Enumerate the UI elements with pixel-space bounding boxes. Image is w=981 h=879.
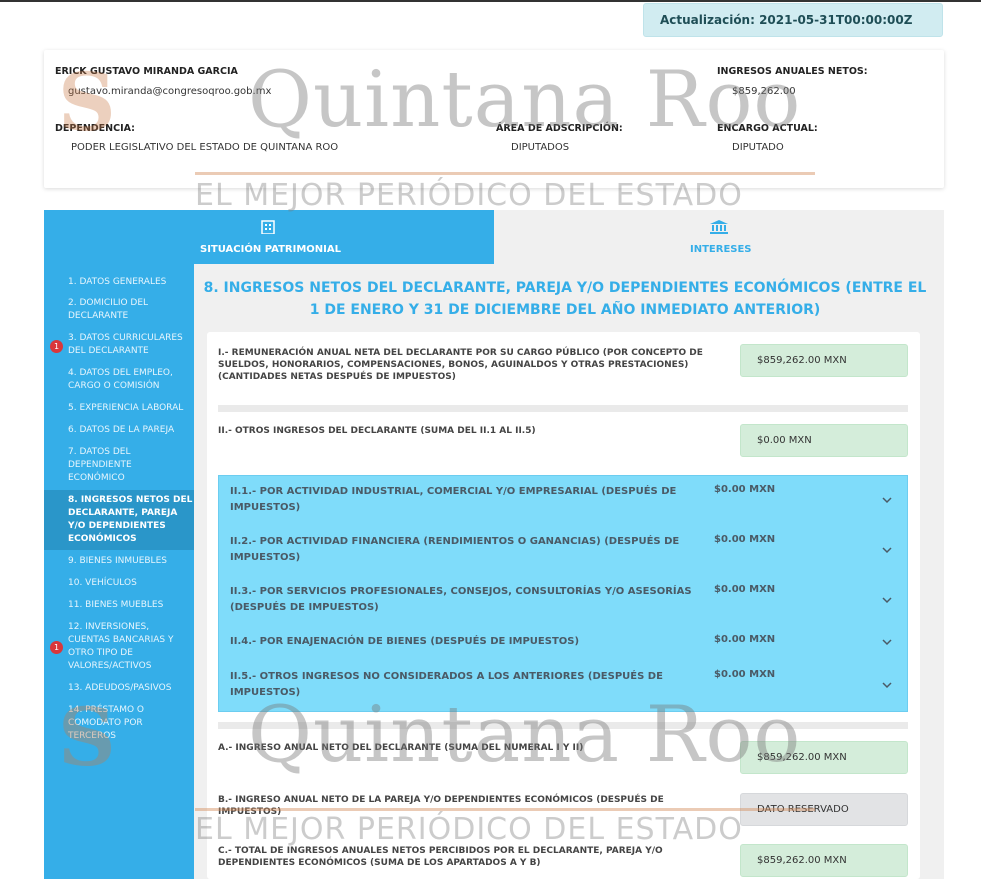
top-border	[0, 0, 981, 2]
accordion-item-amount: $0.00 MXN	[714, 634, 776, 645]
accordion-item-label: II.5.- OTROS INGRESOS NO CONSIDERADOS A …	[230, 671, 663, 698]
qa-value-field: $859,262.00 MXN	[740, 741, 908, 774]
accordion-item-ii3[interactable]: II.3.- POR SERVICIOS PROFESIONALES, CONS…	[219, 584, 909, 628]
other-income-accordion: II.1.- POR ACTIVIDAD INDUSTRIAL, COMERCI…	[218, 475, 908, 712]
sidebar-item-inversiones[interactable]: 12. INVERSIONES, CUENTAS BANCARIAS Y OTR…	[68, 621, 186, 673]
declarant-name: ERICK GUSTAVO MIRANDA GARCIA	[55, 66, 238, 77]
chevron-down-icon[interactable]	[881, 636, 893, 648]
q2-value-field: $0.00 MXN	[740, 424, 908, 457]
q1-label: I.- REMUNERACIÓN ANUAL NETA DEL DECLARAN…	[218, 348, 703, 382]
sidebar-item-datos-curriculares[interactable]: 3. DATOS CURRICULARES DEL DECLARANTE	[68, 332, 186, 358]
accordion-item-label: II.4.- POR ENAJENACIÓN DE BIENES (DESPUÉ…	[230, 636, 580, 647]
qb-label: B.- INGRESO ANUAL NETO DE LA PAREJA Y/O …	[218, 795, 664, 817]
dependency-value: PODER LEGISLATIVO DEL ESTADO DE QUINTANA…	[71, 142, 339, 153]
sidebar-item-pareja[interactable]: 6. DATOS DE LA PAREJA	[68, 424, 186, 437]
sidebar-item-prestamo[interactable]: 14. PRÉSTAMO O COMODATO POR TERCEROS	[68, 704, 186, 743]
accordion-item-ii2[interactable]: II.2.- POR ACTIVIDAD FINANCIERA (RENDIMI…	[219, 534, 909, 578]
sidebar-item-bienes-muebles[interactable]: 11. BIENES MUEBLES	[68, 599, 186, 612]
sidebar-badge-inversiones: 1	[50, 641, 63, 654]
sidebar-item-empleo[interactable]: 4. DATOS DEL EMPLEO, CARGO O COMISIÓN	[68, 367, 186, 393]
tab-intereses-label: INTERESES	[690, 244, 752, 255]
net-income-label: INGRESOS ANUALES NETOS:	[717, 66, 868, 77]
sidebar-item-domicilio[interactable]: 2. DOMICILIO DEL DECLARANTE	[68, 297, 186, 323]
sidebar-item-adeudos[interactable]: 13. ADEUDOS/PASIVOS	[68, 682, 186, 695]
position-value: DIPUTADO	[732, 142, 784, 153]
watermark-rule	[195, 172, 815, 175]
area-value: DIPUTADOS	[511, 142, 570, 153]
sidebar-item-datos-generales[interactable]: 1. DATOS GENERALES	[68, 276, 186, 289]
chevron-down-icon[interactable]	[881, 679, 893, 691]
chevron-down-icon[interactable]	[881, 544, 893, 556]
q2-label: II.- OTROS INGRESOS DEL DECLARANTE (SUMA…	[218, 426, 536, 436]
position-label: ENCARGO ACTUAL:	[717, 123, 818, 134]
sidebar-badge-curriculares: 1	[50, 340, 63, 353]
chevron-down-icon[interactable]	[881, 494, 893, 506]
accordion-item-amount: $0.00 MXN	[714, 484, 776, 495]
accordion-item-ii5[interactable]: II.5.- OTROS INGRESOS NO CONSIDERADOS A …	[219, 669, 909, 709]
chevron-down-icon[interactable]	[881, 594, 893, 606]
section-title: 8. INGRESOS NETOS DEL DECLARANTE, PAREJA…	[203, 280, 927, 318]
accordion-item-amount: $0.00 MXN	[714, 669, 776, 680]
accordion-item-amount: $0.00 MXN	[714, 584, 776, 595]
sidebar: 1. DATOS GENERALES 2. DOMICILIO DEL DECL…	[44, 264, 194, 879]
sidebar-item-dependiente[interactable]: 7. DATOS DEL DEPENDIENTE ECONÓMICO	[68, 446, 186, 485]
accordion-item-amount: $0.00 MXN	[714, 534, 776, 545]
bank-icon	[710, 220, 728, 238]
accordion-item-label: II.3.- POR SERVICIOS PROFESIONALES, CONS…	[230, 586, 692, 613]
building-icon	[260, 220, 276, 238]
tab-situacion-patrimonial[interactable]: SITUACIÓN PATRIMONIAL	[44, 210, 494, 264]
area-label: ÁREA DE ADSCRIPCIÓN:	[496, 123, 623, 134]
qc-value-field: $859,262.00 MXN	[740, 844, 908, 877]
net-income-value: $859,262.00	[732, 86, 796, 97]
tab-intereses[interactable]: INTERESES	[494, 210, 944, 264]
profile-card: ERICK GUSTAVO MIRANDA GARCIA gustavo.mir…	[44, 50, 944, 188]
qa-label: A.- INGRESO ANUAL NETO DEL DECLARANTE (S…	[218, 743, 584, 753]
accordion-item-ii4[interactable]: II.4.- POR ENAJENACIÓN DE BIENES (DESPUÉ…	[219, 634, 909, 664]
sidebar-item-experiencia[interactable]: 5. EXPERIENCIA LABORAL	[68, 402, 186, 415]
sidebar-item-ingresos-netos[interactable]: 8. INGRESOS NETOS DEL DECLARANTE, PAREJA…	[44, 490, 194, 550]
accordion-item-label: II.1.- POR ACTIVIDAD INDUSTRIAL, COMERCI…	[230, 486, 677, 513]
sidebar-item-vehiculos[interactable]: 10. VEHÍCULOS	[68, 577, 186, 590]
dependency-label: DEPENDENCIA:	[55, 123, 135, 134]
q1-value-field: $859,262.00 MXN	[740, 344, 908, 377]
separator	[218, 405, 908, 412]
accordion-item-label: II.2.- POR ACTIVIDAD FINANCIERA (RENDIMI…	[230, 536, 680, 563]
update-badge: Actualización: 2021-05-31T00:00:00Z	[643, 3, 943, 37]
declarant-email: gustavo.miranda@congresoqroo.gob.mx	[68, 86, 272, 97]
sidebar-item-bienes-inmuebles[interactable]: 9. BIENES INMUEBLES	[68, 555, 186, 568]
accordion-item-ii1[interactable]: II.1.- POR ACTIVIDAD INDUSTRIAL, COMERCI…	[219, 484, 909, 528]
separator	[218, 722, 908, 729]
tab-situacion-patrimonial-label: SITUACIÓN PATRIMONIAL	[200, 244, 341, 255]
watermark-rule	[195, 808, 815, 811]
qc-label: C.- TOTAL DE INGRESOS ANUALES NETOS PERC…	[218, 846, 663, 868]
